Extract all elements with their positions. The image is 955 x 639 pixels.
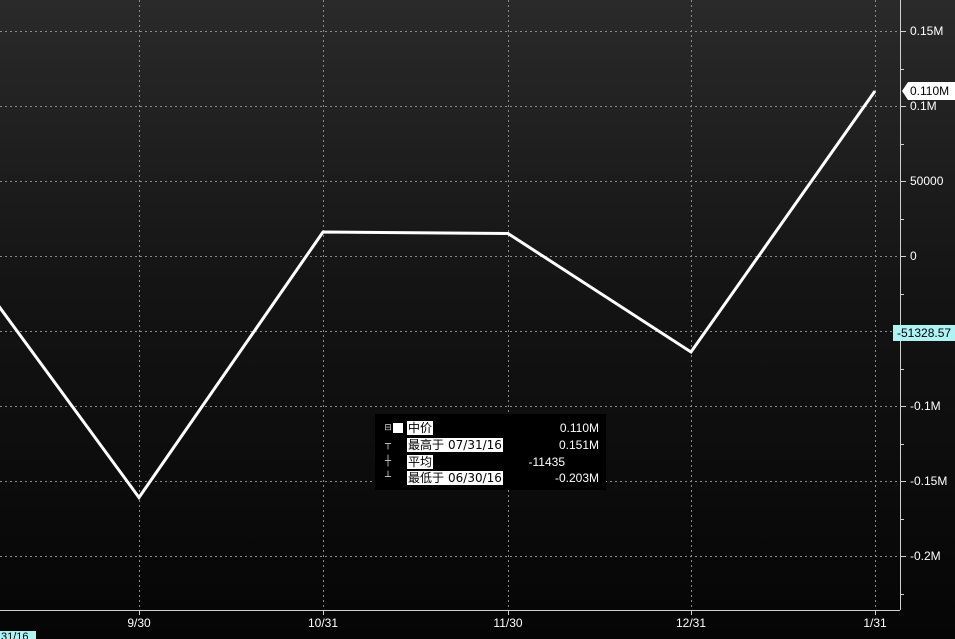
legend: ⊟ 中价 0.110M ┬ 最高于 07/31/16 0.151M ┼ 平均 -1… bbox=[375, 414, 606, 490]
legend-series-row: ⊟ 中价 0.110M bbox=[375, 420, 606, 436]
x-tick-label: 10/31 bbox=[308, 616, 338, 630]
average-marker-icon: ┼ bbox=[384, 456, 392, 467]
legend-avg-row: ┼ 平均 -11435 bbox=[375, 454, 606, 470]
last-value-label: 0.110M bbox=[910, 84, 949, 98]
legend-high-value: 0.151M bbox=[558, 438, 599, 452]
x-tick-label: 11/30 bbox=[493, 616, 522, 630]
grid-layer bbox=[0, 0, 900, 610]
legend-high-label: 最高于 07/31/16 bbox=[407, 438, 503, 452]
axis-layer bbox=[0, 0, 906, 615]
legend-high-date: 07/31/16 bbox=[448, 438, 502, 452]
legend-low-value: -0.203M bbox=[554, 471, 599, 485]
x-tick-label: 9/30 bbox=[127, 616, 151, 630]
y-tick-label: -0.1M bbox=[910, 399, 941, 413]
y-tick-label: 50000 bbox=[910, 174, 944, 188]
legend-low-text: 最低于 bbox=[408, 471, 445, 485]
legend-avg-bar bbox=[443, 456, 499, 468]
y-tick-label: 0 bbox=[910, 249, 917, 263]
y-tick-label: 0.15M bbox=[910, 24, 943, 38]
legend-avg-label: 平均 bbox=[407, 455, 434, 469]
legend-low-row: ┴ 最低于 06/30/16 -0.203M bbox=[375, 470, 606, 486]
legend-avg-value: -11435 bbox=[528, 455, 565, 469]
legend-series-label: 中价 bbox=[407, 421, 434, 435]
y-tick-label: -0.15M bbox=[910, 474, 947, 488]
line-chart: 0.15M 0.1M 50000 0 -0.1M -0.15M -0.2M 9/30 10/31… bbox=[0, 0, 955, 639]
legend-low-date: 06/30/16 bbox=[448, 471, 502, 485]
chart-root: 0.15M 0.1M 50000 0 -0.1M -0.15M -0.2M 9/30 10/31… bbox=[0, 0, 955, 639]
legend-high-row: ┬ 最高于 07/31/16 0.151M bbox=[375, 437, 606, 453]
low-marker-icon: ┴ bbox=[384, 472, 392, 483]
legend-high-text: 最高于 bbox=[408, 438, 445, 452]
partial-date-label: 31/16 bbox=[1, 631, 29, 639]
marker-label: -51328.57 bbox=[897, 326, 951, 340]
x-tick-label: 1/31 bbox=[863, 616, 887, 630]
series-swatch bbox=[393, 423, 403, 433]
legend-series-value: 0.110M bbox=[559, 421, 599, 435]
high-marker-icon: ┬ bbox=[384, 439, 392, 450]
legend-low-label: 最低于 06/30/16 bbox=[407, 471, 503, 485]
y-tick-label: 0.1M bbox=[910, 99, 937, 113]
y-tick-label: -0.2M bbox=[910, 549, 941, 563]
x-tick-label: 12/31 bbox=[676, 616, 706, 630]
